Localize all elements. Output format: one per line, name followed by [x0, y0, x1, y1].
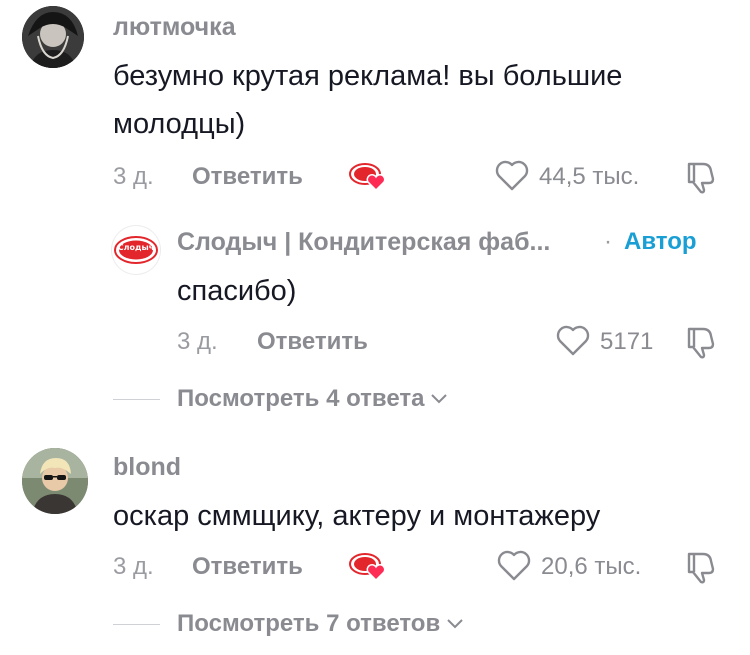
- brand-logo-text: Слодыч: [117, 243, 155, 252]
- heart-icon[interactable]: [497, 550, 531, 582]
- like-count: 20,6 тыс.: [541, 553, 642, 580]
- reply-button[interactable]: Ответить: [257, 328, 368, 356]
- like-count: 5171: [600, 328, 654, 355]
- reply-text: спасибо): [177, 275, 297, 307]
- reply-item: Слодыч Слодыч | Кондитерская фаб... · Ав…: [0, 210, 750, 360]
- thread-divider: [113, 624, 160, 625]
- comment-timestamp: 3 д.: [113, 163, 154, 190]
- view-replies-label: Посмотреть 4 ответа: [177, 385, 425, 412]
- dislike-icon[interactable]: [683, 325, 717, 359]
- avatar[interactable]: [22, 448, 88, 514]
- reply-button[interactable]: Ответить: [192, 163, 303, 191]
- comment-item: лютмочка безумно крутая реклама! вы боль…: [0, 0, 750, 200]
- chevron-down-icon: [431, 394, 448, 404]
- creator-liked-badge: [347, 548, 389, 584]
- chevron-down-icon: [447, 619, 463, 629]
- comment-timestamp: 3 д.: [113, 553, 154, 580]
- reply-timestamp: 3 д.: [177, 328, 218, 355]
- creator-liked-badge: [347, 158, 389, 194]
- heart-icon[interactable]: [495, 160, 529, 192]
- view-replies-label: Посмотреть 7 ответов: [177, 610, 441, 637]
- avatar[interactable]: [22, 6, 84, 68]
- view-replies-button[interactable]: Посмотреть 4 ответа: [177, 385, 448, 413]
- comment-text: безумно крутая реклама! вы большие молод…: [113, 60, 623, 140]
- separator-dot: ·: [604, 228, 612, 255]
- reply-button[interactable]: Ответить: [192, 553, 303, 581]
- dislike-icon[interactable]: [683, 550, 717, 584]
- author-badge: Автор: [624, 228, 697, 255]
- brand-avatar[interactable]: Слодыч: [112, 226, 160, 274]
- view-replies-button[interactable]: Посмотреть 7 ответов: [177, 610, 464, 638]
- heart-icon[interactable]: [556, 325, 590, 357]
- comment-item: blond оскар сммщику, актеру и монтажеру …: [0, 440, 750, 590]
- comment-username[interactable]: лютмочка: [113, 13, 236, 42]
- reply-username[interactable]: Слодыч | Кондитерская фаб...: [177, 228, 550, 257]
- dislike-icon[interactable]: [683, 160, 717, 194]
- comment-username[interactable]: blond: [113, 453, 181, 482]
- thread-divider: [113, 399, 160, 400]
- like-count: 44,5 тыс.: [539, 163, 640, 190]
- comment-text: оскар сммщику, актеру и монтажеру: [113, 500, 601, 532]
